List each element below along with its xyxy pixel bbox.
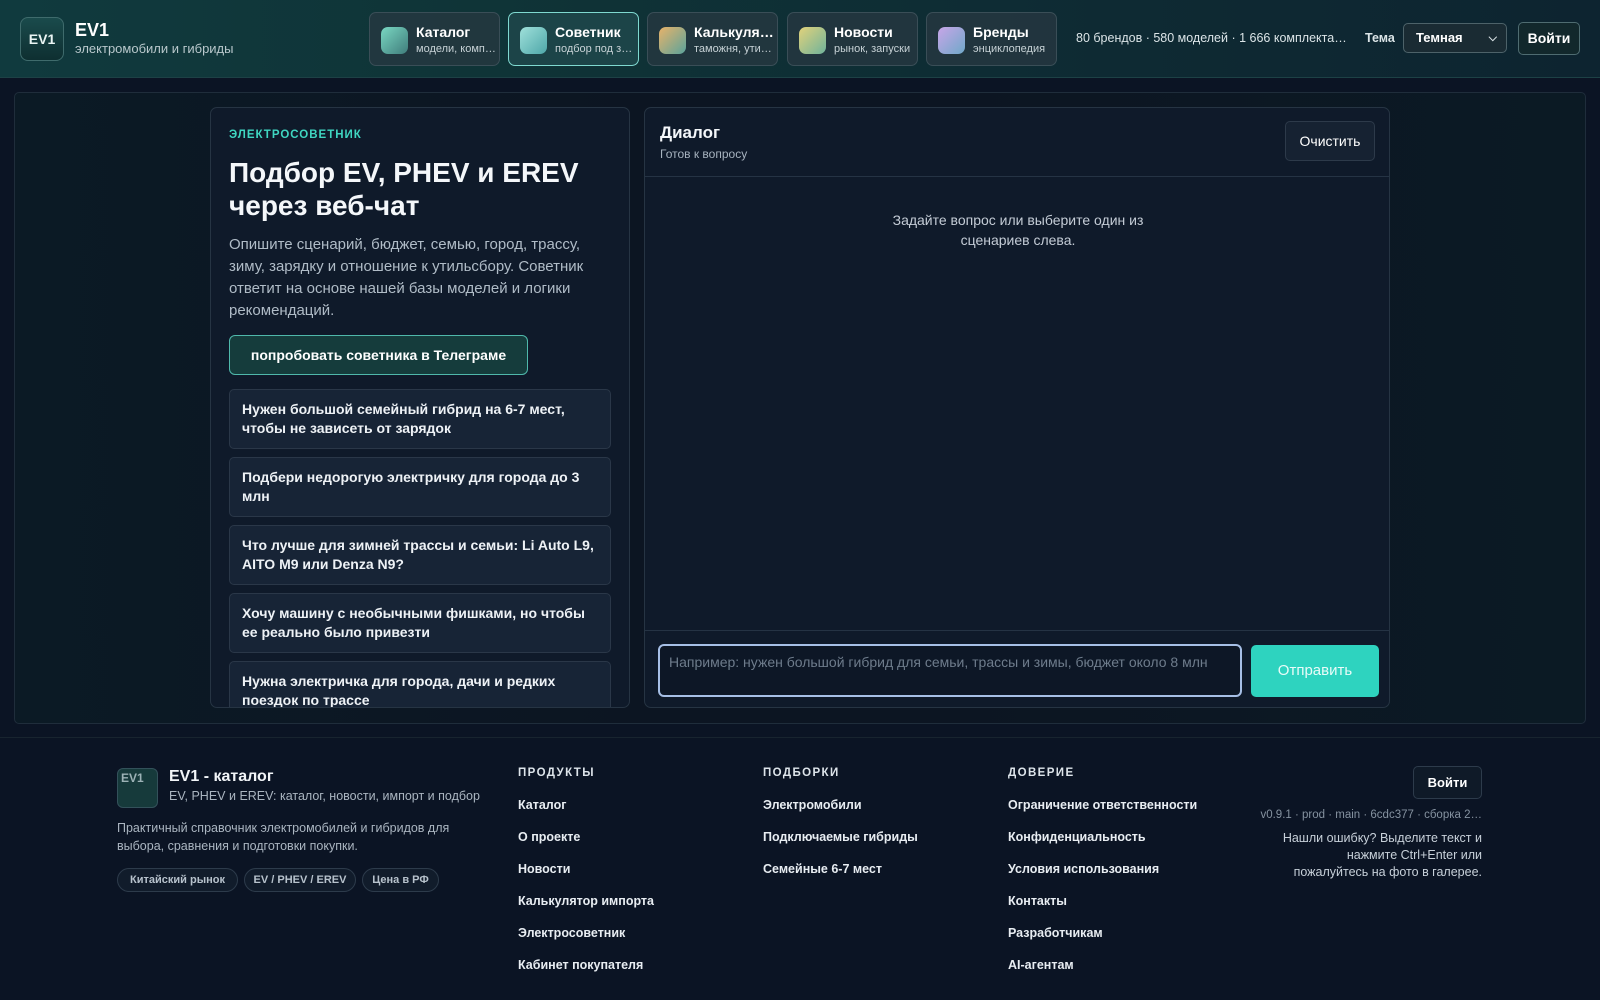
brand-subtitle: электромобили и гибриды	[75, 41, 234, 56]
send-button[interactable]: Отправить	[1251, 645, 1379, 697]
dialog-panel: Диалог Готов к вопросу Очистить Задайте …	[644, 107, 1390, 708]
advisor-title: Подбор EV, PHEV и EREV через веб-чат	[229, 157, 579, 221]
tab-subtitle: подбор под задачу	[555, 43, 635, 55]
bug-report-note: Нашли ошибку? Выделите текст и нажмите C…	[1282, 831, 1482, 879]
footer-heading-products: ПРОДУКТЫ	[518, 767, 595, 779]
tab-catalog[interactable]: Каталог модели, комплектации	[369, 12, 500, 66]
advisor-description: Опишите сценарий, бюджет, семью, город, …	[229, 236, 584, 319]
logo[interactable]: EV1	[20, 17, 64, 61]
dialog-title: Диалог	[660, 123, 721, 142]
tab-title: Советник	[555, 24, 621, 40]
tag-chip: Цена в РФ	[362, 868, 439, 892]
scenario-item[interactable]: Нужен большой семейный гибрид на 6-7 мес…	[229, 389, 611, 449]
footer-title: EV1 - каталог	[169, 768, 274, 785]
footer-link-contacts[interactable]: Контакты	[1008, 894, 1067, 908]
footer-description: Практичный справочник электромобилей и г…	[117, 821, 450, 853]
footer-subtitle: EV, PHEV и EREV: каталог, новости, импор…	[169, 789, 480, 803]
scenario-item[interactable]: Что лучше для зимней трассы и семьи: Li …	[229, 525, 611, 585]
theme-value: Темная	[1416, 30, 1463, 45]
advisor-eyebrow: ЭЛЕКТРОСОВЕТНИК	[229, 129, 362, 141]
tab-news[interactable]: Новости рынок, запуски	[787, 12, 918, 66]
footer-link-ai-agents[interactable]: AI-агентам	[1008, 958, 1074, 972]
dialog-composer: Например: нужен большой гибрид для семьи…	[645, 630, 1389, 707]
scenario-item[interactable]: Хочу машину с необычными фишками, но что…	[229, 593, 611, 653]
footer-link-phev[interactable]: Подключаемые гибриды	[763, 830, 918, 844]
footer-link-ev[interactable]: Электромобили	[763, 798, 862, 812]
footer-link-developers[interactable]: Разработчикам	[1008, 926, 1103, 940]
footer-link-disclaimer[interactable]: Ограничение ответственности	[1008, 798, 1197, 812]
dialog-header: Диалог Готов к вопросу Очистить	[645, 108, 1389, 177]
brand-title[interactable]: EV1	[75, 20, 109, 41]
news-icon	[799, 27, 826, 54]
tab-subtitle: энциклопедия	[973, 43, 1046, 55]
telegram-button[interactable]: попробовать советника в Телеграме	[229, 335, 528, 375]
tag-chip: Китайский рынок	[117, 868, 238, 892]
tab-brands[interactable]: Бренды энциклопедия	[926, 12, 1057, 66]
footer-link-catalog[interactable]: Каталог	[518, 798, 566, 812]
scenario-item[interactable]: Подбери недорогую электричку для города …	[229, 457, 611, 517]
footer-link-import-calculator[interactable]: Калькулятор импорта	[518, 894, 654, 908]
tab-title: Калькулятор	[694, 24, 774, 40]
catalog-icon	[381, 27, 408, 54]
footer-heading-trust: ДОВЕРИЕ	[1008, 767, 1075, 779]
advisor-icon	[520, 27, 547, 54]
tab-subtitle: модели, комплектации	[416, 43, 496, 55]
footer-link-about[interactable]: О проекте	[518, 830, 580, 844]
advisor-panel: ЭЛЕКТРОСОВЕТНИК Подбор EV, PHEV и EREV ч…	[210, 107, 630, 708]
clear-button[interactable]: Очистить	[1285, 121, 1375, 161]
login-button[interactable]: Войти	[1518, 22, 1580, 55]
version-info: v0.9.1 · prod · main · 6cdc377 · сборка …	[1260, 809, 1482, 821]
brands-icon	[938, 27, 965, 54]
chevron-down-icon: ⌵	[1488, 32, 1497, 44]
footer-link-buyer-cabinet[interactable]: Кабинет покупателя	[518, 958, 643, 972]
footer-link-advisor[interactable]: Электросоветник	[518, 926, 625, 940]
chat-input[interactable]: Например: нужен большой гибрид для семьи…	[658, 644, 1242, 697]
footer-link-terms[interactable]: Условия использования	[1008, 862, 1159, 876]
footer-link-news[interactable]: Новости	[518, 862, 570, 876]
top-header: EV1 EV1 электромобили и гибриды Каталог …	[0, 0, 1600, 78]
footer-logo: EV1	[117, 768, 158, 808]
footer-link-family[interactable]: Семейные 6-7 мест	[763, 862, 882, 876]
dialog-status: Готов к вопросу	[660, 147, 748, 161]
footer-heading-collections: ПОДБОРКИ	[763, 767, 840, 779]
footer-login-button[interactable]: Войти	[1413, 766, 1482, 799]
footer-link-privacy[interactable]: Конфиденциальность	[1008, 830, 1146, 844]
footer: EV1 EV1 - каталог EV, PHEV и EREV: катал…	[0, 737, 1600, 1000]
empty-message: Задайте вопрос или выберите один из сцен…	[892, 212, 1144, 248]
scenario-item[interactable]: Нужна электричка для города, дачи и редк…	[229, 661, 611, 707]
tab-calculator[interactable]: Калькулятор таможня, утильсбор	[647, 12, 778, 66]
tab-title: Бренды	[973, 24, 1029, 40]
theme-label: Тема	[1365, 31, 1395, 45]
tab-subtitle: таможня, утильсбор	[694, 43, 774, 55]
tab-subtitle: рынок, запуски	[834, 43, 911, 55]
tab-advisor[interactable]: Советник подбор под задачу	[508, 12, 639, 66]
catalog-stats: 80 брендов · 580 моделей · 1 666 комплек…	[1076, 31, 1348, 45]
theme-select[interactable]: Темная ⌵	[1403, 23, 1507, 53]
tab-title: Новости	[834, 24, 893, 40]
tab-title: Каталог	[416, 24, 471, 40]
calculator-icon	[659, 27, 686, 54]
tag-chip: EV / PHEV / EREV	[244, 868, 356, 892]
